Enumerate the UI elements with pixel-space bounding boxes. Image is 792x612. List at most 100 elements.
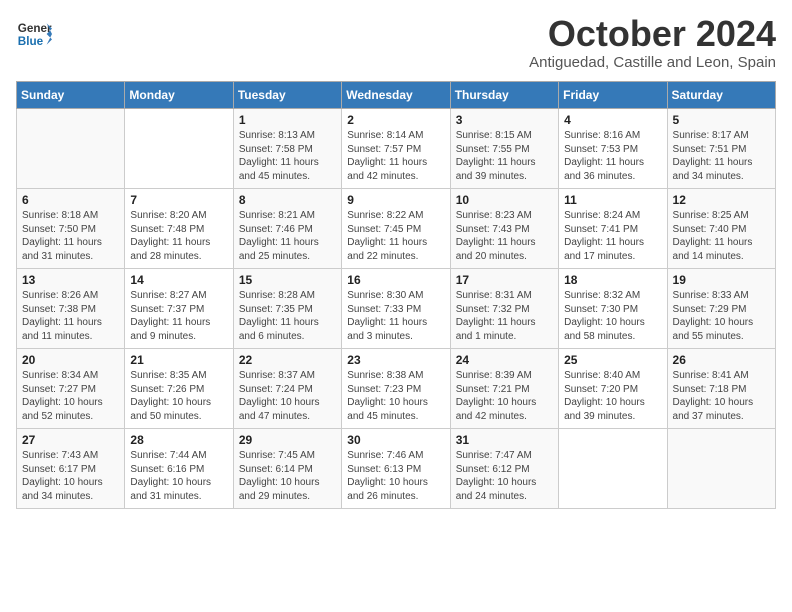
- day-number: 5: [673, 113, 770, 127]
- logo: General Blue: [16, 16, 52, 52]
- day-info: Sunrise: 8:17 AM Sunset: 7:51 PM Dayligh…: [673, 129, 770, 183]
- day-info: Sunrise: 8:24 AM Sunset: 7:41 PM Dayligh…: [564, 209, 661, 263]
- day-info: Sunrise: 7:45 AM Sunset: 6:14 PM Dayligh…: [239, 449, 336, 503]
- calendar-cell: 5 Sunrise: 8:17 AM Sunset: 7:51 PM Daylig…: [667, 109, 775, 189]
- column-headers: SundayMondayTuesdayWednesdayThursdayFrid…: [17, 82, 776, 109]
- calendar-cell: 19Sunrise: 8:33 AM Sunset: 7:29 PM Dayli…: [667, 269, 775, 349]
- day-info: Sunrise: 8:27 AM Sunset: 7:37 PM Dayligh…: [130, 289, 227, 343]
- calendar-cell: 9 Sunrise: 8:22 AM Sunset: 7:45 PM Daylig…: [342, 189, 450, 269]
- day-number: 20: [22, 353, 119, 367]
- day-info: Sunrise: 8:16 AM Sunset: 7:53 PM Dayligh…: [564, 129, 661, 183]
- col-header-friday: Friday: [559, 82, 667, 109]
- calendar-cell: [125, 109, 233, 189]
- day-number: 27: [22, 433, 119, 447]
- page-header: General Blue October 2024 Antiguedad, Ca…: [16, 16, 776, 71]
- day-number: 9: [347, 193, 444, 207]
- calendar-cell: 29Sunrise: 7:45 AM Sunset: 6:14 PM Dayli…: [233, 429, 341, 509]
- day-info: Sunrise: 8:30 AM Sunset: 7:33 PM Dayligh…: [347, 289, 444, 343]
- day-number: 14: [130, 273, 227, 287]
- day-number: 6: [22, 193, 119, 207]
- logo-icon: General Blue: [16, 16, 52, 52]
- day-info: Sunrise: 8:21 AM Sunset: 7:46 PM Dayligh…: [239, 209, 336, 263]
- day-number: 2: [347, 113, 444, 127]
- calendar-cell: 18Sunrise: 8:32 AM Sunset: 7:30 PM Dayli…: [559, 269, 667, 349]
- day-number: 26: [673, 353, 770, 367]
- calendar-cell: 24 Sunrise: 8:39 AM Sunset: 7:21 PM Dayli…: [450, 349, 558, 429]
- day-info: Sunrise: 8:31 AM Sunset: 7:32 PM Dayligh…: [456, 289, 553, 343]
- calendar-cell: 25 Sunrise: 8:40 AM Sunset: 7:20 PM Dayli…: [559, 349, 667, 429]
- calendar-cell: 28Sunrise: 7:44 AM Sunset: 6:16 PM Dayli…: [125, 429, 233, 509]
- svg-text:General: General: [18, 22, 52, 35]
- calendar-cell: 22 Sunrise: 8:37 AM Sunset: 7:24 PM Dayli…: [233, 349, 341, 429]
- week-row-5: 27 Sunrise: 7:43 AM Sunset: 6:17 PM Dayli…: [17, 429, 776, 509]
- day-number: 7: [130, 193, 227, 207]
- day-number: 3: [456, 113, 553, 127]
- day-info: Sunrise: 8:15 AM Sunset: 7:55 PM Dayligh…: [456, 129, 553, 183]
- week-row-2: 6 Sunrise: 8:18 AM Sunset: 7:50 PM Daylig…: [17, 189, 776, 269]
- day-info: Sunrise: 8:38 AM Sunset: 7:23 PM Dayligh…: [347, 369, 444, 423]
- day-info: Sunrise: 8:35 AM Sunset: 7:26 PM Dayligh…: [130, 369, 227, 423]
- day-number: 17: [456, 273, 553, 287]
- col-header-monday: Monday: [125, 82, 233, 109]
- day-number: 4: [564, 113, 661, 127]
- title-block: October 2024 Antiguedad, Castille and Le…: [529, 16, 776, 71]
- col-header-saturday: Saturday: [667, 82, 775, 109]
- calendar-cell: 7 Sunrise: 8:20 AM Sunset: 7:48 PM Daylig…: [125, 189, 233, 269]
- calendar-cell: 17 Sunrise: 8:31 AM Sunset: 7:32 PM Dayli…: [450, 269, 558, 349]
- col-header-wednesday: Wednesday: [342, 82, 450, 109]
- day-number: 25: [564, 353, 661, 367]
- day-number: 19: [673, 273, 770, 287]
- col-header-sunday: Sunday: [17, 82, 125, 109]
- calendar-cell: 11Sunrise: 8:24 AM Sunset: 7:41 PM Dayli…: [559, 189, 667, 269]
- calendar-cell: 10Sunrise: 8:23 AM Sunset: 7:43 PM Dayli…: [450, 189, 558, 269]
- day-number: 12: [673, 193, 770, 207]
- calendar-cell: 3 Sunrise: 8:15 AM Sunset: 7:55 PM Daylig…: [450, 109, 558, 189]
- day-number: 15: [239, 273, 336, 287]
- day-number: 8: [239, 193, 336, 207]
- day-number: 16: [347, 273, 444, 287]
- calendar-cell: 26 Sunrise: 8:41 AM Sunset: 7:18 PM Dayli…: [667, 349, 775, 429]
- day-info: Sunrise: 8:22 AM Sunset: 7:45 PM Dayligh…: [347, 209, 444, 263]
- day-info: Sunrise: 8:23 AM Sunset: 7:43 PM Dayligh…: [456, 209, 553, 263]
- day-info: Sunrise: 7:44 AM Sunset: 6:16 PM Dayligh…: [130, 449, 227, 503]
- week-row-3: 13Sunrise: 8:26 AM Sunset: 7:38 PM Dayli…: [17, 269, 776, 349]
- day-number: 23: [347, 353, 444, 367]
- calendar-cell: 12Sunrise: 8:25 AM Sunset: 7:40 PM Dayli…: [667, 189, 775, 269]
- day-info: Sunrise: 8:28 AM Sunset: 7:35 PM Dayligh…: [239, 289, 336, 343]
- calendar-cell: 13Sunrise: 8:26 AM Sunset: 7:38 PM Dayli…: [17, 269, 125, 349]
- week-row-1: 1 Sunrise: 8:13 AM Sunset: 7:58 PM Daylig…: [17, 109, 776, 189]
- day-info: Sunrise: 8:34 AM Sunset: 7:27 PM Dayligh…: [22, 369, 119, 423]
- location-subtitle: Antiguedad, Castille and Leon, Spain: [529, 54, 776, 71]
- day-info: Sunrise: 7:46 AM Sunset: 6:13 PM Dayligh…: [347, 449, 444, 503]
- calendar-cell: 27 Sunrise: 7:43 AM Sunset: 6:17 PM Dayli…: [17, 429, 125, 509]
- day-info: Sunrise: 8:18 AM Sunset: 7:50 PM Dayligh…: [22, 209, 119, 263]
- day-info: Sunrise: 8:13 AM Sunset: 7:58 PM Dayligh…: [239, 129, 336, 183]
- day-info: Sunrise: 7:43 AM Sunset: 6:17 PM Dayligh…: [22, 449, 119, 503]
- day-info: Sunrise: 8:26 AM Sunset: 7:38 PM Dayligh…: [22, 289, 119, 343]
- calendar-cell: 31 Sunrise: 7:47 AM Sunset: 6:12 PM Dayli…: [450, 429, 558, 509]
- day-info: Sunrise: 8:37 AM Sunset: 7:24 PM Dayligh…: [239, 369, 336, 423]
- day-number: 22: [239, 353, 336, 367]
- day-info: Sunrise: 8:20 AM Sunset: 7:48 PM Dayligh…: [130, 209, 227, 263]
- day-info: Sunrise: 8:40 AM Sunset: 7:20 PM Dayligh…: [564, 369, 661, 423]
- day-info: Sunrise: 8:41 AM Sunset: 7:18 PM Dayligh…: [673, 369, 770, 423]
- calendar-cell: [559, 429, 667, 509]
- calendar-cell: 21Sunrise: 8:35 AM Sunset: 7:26 PM Dayli…: [125, 349, 233, 429]
- calendar-cell: 4 Sunrise: 8:16 AM Sunset: 7:53 PM Daylig…: [559, 109, 667, 189]
- day-number: 1: [239, 113, 336, 127]
- month-title: October 2024: [529, 16, 776, 52]
- day-info: Sunrise: 7:47 AM Sunset: 6:12 PM Dayligh…: [456, 449, 553, 503]
- calendar-cell: 1 Sunrise: 8:13 AM Sunset: 7:58 PM Daylig…: [233, 109, 341, 189]
- day-number: 31: [456, 433, 553, 447]
- calendar-table: SundayMondayTuesdayWednesdayThursdayFrid…: [16, 81, 776, 509]
- calendar-cell: 14 Sunrise: 8:27 AM Sunset: 7:37 PM Dayli…: [125, 269, 233, 349]
- calendar-cell: 16 Sunrise: 8:30 AM Sunset: 7:33 PM Dayli…: [342, 269, 450, 349]
- day-number: 24: [456, 353, 553, 367]
- day-info: Sunrise: 8:14 AM Sunset: 7:57 PM Dayligh…: [347, 129, 444, 183]
- day-info: Sunrise: 8:39 AM Sunset: 7:21 PM Dayligh…: [456, 369, 553, 423]
- calendar-cell: 20 Sunrise: 8:34 AM Sunset: 7:27 PM Dayli…: [17, 349, 125, 429]
- calendar-cell: 8 Sunrise: 8:21 AM Sunset: 7:46 PM Daylig…: [233, 189, 341, 269]
- calendar-cell: 2 Sunrise: 8:14 AM Sunset: 7:57 PM Daylig…: [342, 109, 450, 189]
- col-header-tuesday: Tuesday: [233, 82, 341, 109]
- calendar-cell: [17, 109, 125, 189]
